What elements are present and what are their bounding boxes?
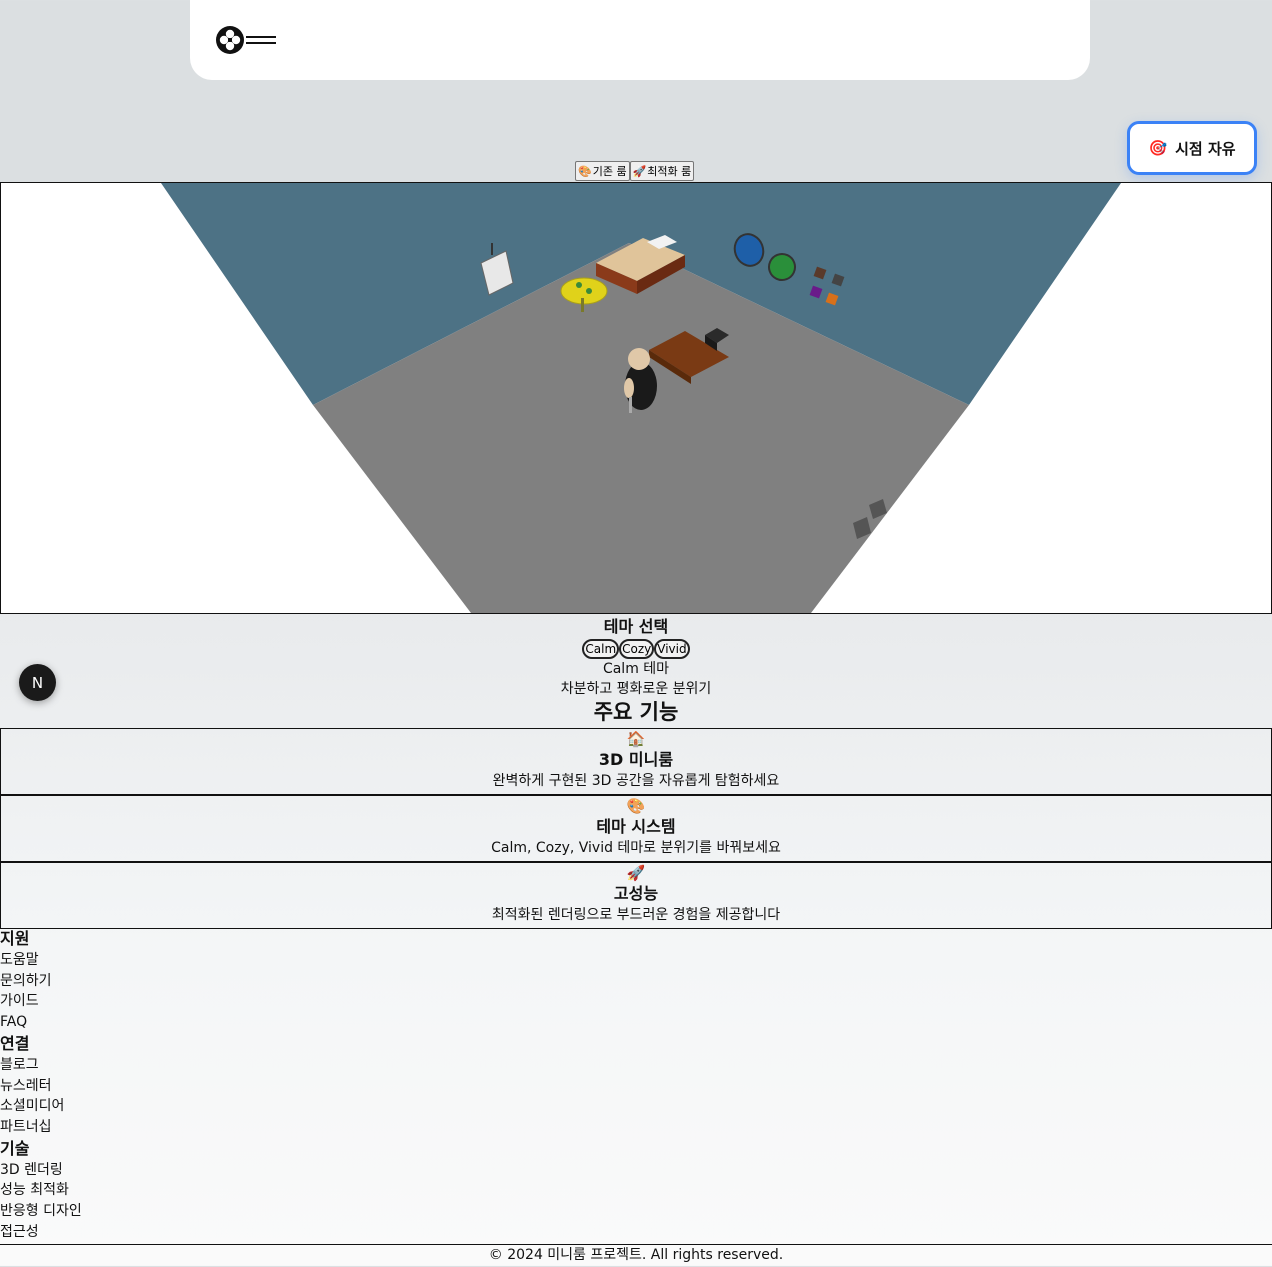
badge-label: N <box>31 673 44 692</box>
palette-icon: 🎨 <box>626 797 646 815</box>
current-theme-name: Calm 테마 <box>602 661 670 677</box>
hamburger-menu-icon[interactable] <box>246 32 276 48</box>
palette-icon: 🎨 <box>578 164 592 178</box>
feature-description: 완벽하게 구현된 3D 공간을 자유롭게 탐험하세요 <box>492 773 780 789</box>
current-theme-description: 차분하고 평화로운 분위기 <box>560 681 712 697</box>
footer-heading-connect: 연결 <box>0 1033 30 1053</box>
optimized-room-label: 최적화 룸 <box>647 165 692 178</box>
footer-link-accessibility[interactable]: 접근성 <box>0 1222 82 1243</box>
footer-heading-tech: 기술 <box>0 1138 30 1158</box>
original-room-button[interactable]: 🎨 기존 룸 <box>575 161 630 181</box>
theme-section: 테마 선택 Calm Cozy Vivid Calm 테마 차분하고 평화로운 … <box>0 614 1272 699</box>
feature-card-theme-system: 🎨 테마 시스템 Calm, Cozy, Vivid 테마로 분위기를 바꿔보세… <box>0 795 1272 862</box>
feature-description: 최적화된 렌더링으로 부드러운 경험을 제공합니다 <box>491 907 781 923</box>
rocket-icon: 🚀 <box>632 164 647 178</box>
room-toggle: 🎨 기존 룸 🚀 최적화 룸 <box>575 161 695 181</box>
footer-link-guide[interactable]: 가이드 <box>0 991 82 1012</box>
theme-calm-button[interactable]: Calm <box>582 639 620 659</box>
theme-options: Calm Cozy Vivid <box>0 639 1272 659</box>
feature-description: Calm, Cozy, Vivid 테마로 분위기를 바꿔보세요 <box>491 840 781 856</box>
free-view-button[interactable]: 🎯 시점 자유 <box>1127 121 1257 175</box>
original-room-label: 기존 룸 <box>592 165 627 178</box>
quad-circle-logo-icon[interactable] <box>214 24 246 56</box>
features-title: 주요 기능 <box>593 700 679 724</box>
room-3d-canvas[interactable] <box>0 182 1272 614</box>
footer-link-help[interactable]: 도움말 <box>0 950 82 971</box>
footer-link-3d-rendering[interactable]: 3D 렌더링 <box>0 1160 82 1181</box>
house-icon: 🏠 <box>626 730 646 748</box>
optimized-room-button[interactable]: 🚀 최적화 룸 <box>629 161 695 181</box>
footer-heading-support: 지원 <box>0 929 30 948</box>
feature-title: 3D 미니룸 <box>598 750 674 769</box>
footer-link-responsive[interactable]: 반응형 디자인 <box>0 1201 82 1222</box>
footer-link-partnership[interactable]: 파트너십 <box>0 1117 82 1138</box>
feature-card-3d-miniroom: 🏠 3D 미니룸 완벽하게 구현된 3D 공간을 자유롭게 탐험하세요 <box>0 728 1272 795</box>
rocket-icon: 🚀 <box>626 864 646 882</box>
feature-card-performance: 🚀 고성능 최적화된 렌더링으로 부드러운 경험을 제공합니다 <box>0 862 1272 929</box>
footer-link-social[interactable]: 소셜미디어 <box>0 1096 82 1117</box>
footer-link-performance[interactable]: 성능 최적화 <box>0 1180 82 1201</box>
theme-vivid-button[interactable]: Vivid <box>654 639 690 659</box>
feature-title: 고성능 <box>613 884 659 903</box>
dev-tools-badge[interactable]: N <box>19 664 56 701</box>
footer-link-newsletter[interactable]: 뉴스레터 <box>0 1076 82 1097</box>
room-3d-render <box>161 183 1121 613</box>
footer-link-faq[interactable]: FAQ <box>0 1012 82 1033</box>
footer-links: 지원 도움말 문의하기 가이드 FAQ 연결 블로그 뉴스레터 소셜미디어 파트… <box>0 928 82 1242</box>
free-view-label: 시점 자유 <box>1175 139 1236 158</box>
theme-cozy-button[interactable]: Cozy <box>619 639 655 659</box>
feature-title: 테마 시스템 <box>596 817 676 836</box>
copyright-text: © 2024 미니룸 프로젝트. All rights reserved. <box>0 1244 1272 1267</box>
footer-link-blog[interactable]: 블로그 <box>0 1055 82 1076</box>
top-navbar <box>190 0 1090 80</box>
theme-title: 테마 선택 <box>603 617 669 636</box>
footer-link-contact[interactable]: 문의하기 <box>0 971 82 992</box>
target-icon: 🎯 <box>1148 139 1168 157</box>
